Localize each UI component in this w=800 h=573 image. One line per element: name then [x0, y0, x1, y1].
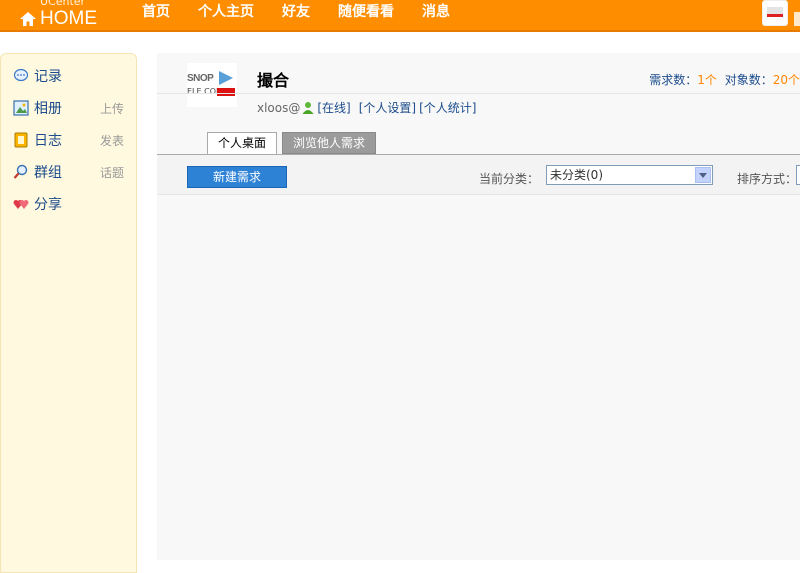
personal-settings-link[interactable]: [个人设置]	[359, 99, 416, 116]
req-count-label: 需求数：	[649, 73, 698, 87]
sidebar-item-album[interactable]: 相册 上传	[13, 98, 128, 118]
sidebar-sub-topic[interactable]: 话题	[100, 164, 124, 181]
new-request-button[interactable]: 新建需求	[187, 166, 287, 188]
sidebar-item-label: 日志	[34, 133, 62, 149]
sidebar: 记录 相册 上传 日志 发表 群组 话题 分享	[0, 53, 137, 573]
sort-label: 排序方式：	[737, 172, 798, 186]
nav-item-home[interactable]: 首页	[128, 0, 184, 26]
sidebar-sub-post[interactable]: 发表	[100, 132, 124, 149]
sidebar-item-records[interactable]: 记录	[13, 66, 128, 86]
home-icon	[20, 12, 36, 26]
profile-info-row: xloos@ [在线] [个人设置] [个人统计]	[257, 99, 477, 116]
logo-red-bar	[217, 88, 235, 96]
home-logo[interactable]: UCenter HOME	[20, 0, 115, 32]
sort-select[interactable]	[796, 165, 800, 185]
header-divider	[157, 93, 800, 94]
sidebar-item-blog[interactable]: 日志 发表	[13, 130, 128, 150]
chevron-down-icon[interactable]	[695, 167, 711, 183]
category-label: 当前分类：	[479, 172, 540, 186]
logo-arrow-icon	[219, 71, 233, 85]
sidebar-sub-upload[interactable]: 上传	[100, 100, 124, 117]
avatar-logo-text: SNOP	[187, 73, 214, 84]
category-selected-value: 未分类(0)	[550, 168, 603, 182]
profile-username: 撮合	[257, 71, 290, 90]
sidebar-item-label: 记录	[34, 69, 62, 85]
logo-small-text: UCenter	[40, 0, 86, 8]
req-count-value[interactable]: 1个	[697, 73, 717, 87]
sidebar-item-groups[interactable]: 群组 话题	[13, 162, 128, 182]
picture-icon	[13, 100, 29, 116]
nav-item-messages[interactable]: 消息	[408, 0, 464, 26]
tab-personal-desktop[interactable]: 个人桌面	[207, 132, 278, 155]
logo-big-text: HOME	[40, 8, 97, 29]
profile-stats: 需求数：1个 对象数：20个	[649, 71, 800, 88]
personal-stats-link[interactable]: [个人统计]	[419, 99, 476, 116]
speech-bubble-icon	[13, 68, 29, 82]
hearts-icon	[13, 200, 29, 209]
top-bar: UCenter HOME 首页 个人主页 好友 随便看看 消息	[0, 0, 800, 32]
profile-email: xloos@	[257, 100, 301, 115]
online-user-icon	[302, 101, 314, 114]
sidebar-item-label: 群组	[34, 165, 62, 181]
nav-item-browse[interactable]: 随便看看	[324, 0, 408, 26]
profile-header: SNOP ELE.COM 撮合 需求数：1个 对象数：20个 xloos@ [在…	[157, 53, 800, 155]
sidebar-item-share[interactable]: 分享	[13, 194, 128, 214]
tab-bar: 个人桌面 浏览他人需求	[207, 132, 381, 155]
main-nav: 首页 个人主页 好友 随便看看 消息	[128, 0, 464, 26]
user-name-clipped	[794, 12, 800, 26]
obj-count-label: 对象数：	[724, 73, 773, 87]
nav-item-profile[interactable]: 个人主页	[184, 0, 268, 26]
nav-item-friends[interactable]: 好友	[268, 0, 324, 26]
avatar[interactable]	[762, 0, 788, 26]
tab-browse-others[interactable]: 浏览他人需求	[282, 132, 377, 154]
profile-avatar[interactable]: SNOP ELE.COM	[187, 63, 237, 107]
online-status-link[interactable]: [在线]	[317, 99, 350, 116]
obj-count-value[interactable]: 20个	[773, 73, 800, 87]
group-search-icon	[13, 164, 28, 179]
category-select[interactable]: 未分类(0)	[546, 165, 713, 185]
toolbar: 新建需求 当前分类： 未分类(0) 排序方式：	[157, 155, 800, 195]
notebook-icon	[14, 132, 28, 148]
sidebar-item-label: 相册	[34, 101, 62, 117]
main-content: SNOP ELE.COM 撮合 需求数：1个 对象数：20个 xloos@ [在…	[157, 53, 800, 560]
sidebar-item-label: 分享	[34, 197, 62, 213]
